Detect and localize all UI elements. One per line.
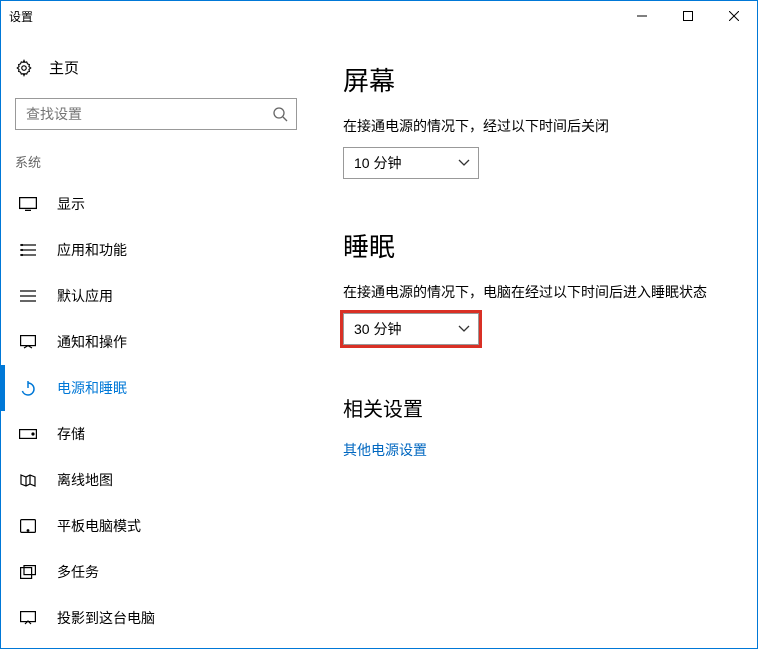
search-input[interactable]: [15, 98, 297, 130]
close-icon: [729, 11, 739, 21]
chevron-down-icon: [458, 159, 470, 167]
sidebar-item-storage[interactable]: 存储: [1, 411, 311, 457]
sidebar-item-label: 存储: [57, 424, 85, 444]
related-heading: 相关设置: [343, 393, 733, 422]
sidebar-item-multitasking[interactable]: 多任务: [1, 549, 311, 595]
dropdown-value: 30 分钟: [354, 319, 401, 339]
sleep-desc: 在接通电源的情况下，电脑在经过以下时间后进入睡眠状态: [343, 282, 723, 303]
sidebar-item-label: 默认应用: [57, 286, 113, 306]
sidebar-item-label: 多任务: [57, 562, 99, 582]
window-title: 设置: [9, 8, 619, 25]
sleep-heading: 睡眠: [343, 227, 733, 264]
home-label: 主页: [49, 57, 79, 78]
close-button[interactable]: [711, 1, 757, 31]
sidebar-item-label: 显示: [57, 194, 85, 214]
maximize-button[interactable]: [665, 1, 711, 31]
minimize-button[interactable]: [619, 1, 665, 31]
sleep-timeout-dropdown[interactable]: 30 分钟: [343, 313, 479, 345]
nav-list: 显示 应用和功能 默认应用: [1, 181, 311, 648]
content-pane: 屏幕 在接通电源的情况下，经过以下时间后关闭 10 分钟 睡眠 在接通电源的情况…: [311, 31, 757, 648]
sidebar-item-label: 电源和睡眠: [57, 378, 127, 398]
sidebar-item-projecting[interactable]: 投影到这台电脑: [1, 595, 311, 641]
dropdown-value: 10 分钟: [354, 153, 401, 173]
multitasking-icon: [19, 565, 37, 579]
sidebar-item-default-apps[interactable]: 默认应用: [1, 273, 311, 319]
sidebar-item-label: 离线地图: [57, 470, 113, 490]
sidebar: 主页 系统 显示: [1, 31, 311, 648]
sidebar-item-label: 应用和功能: [57, 240, 127, 260]
section-label: 系统: [1, 146, 311, 181]
minimize-icon: [637, 11, 647, 21]
sidebar-item-power-sleep[interactable]: 电源和睡眠: [1, 365, 311, 411]
power-icon: [19, 380, 37, 396]
storage-icon: [19, 429, 37, 439]
search-icon: [272, 106, 288, 122]
screen-timeout-dropdown[interactable]: 10 分钟: [343, 147, 479, 179]
map-icon: [19, 473, 37, 487]
search-field[interactable]: [24, 105, 264, 123]
sidebar-item-tablet-mode[interactable]: 平板电脑模式: [1, 503, 311, 549]
sidebar-item-notifications[interactable]: 通知和操作: [1, 319, 311, 365]
maximize-icon: [683, 11, 693, 21]
screen-desc: 在接通电源的情况下，经过以下时间后关闭: [343, 116, 723, 137]
sidebar-item-display[interactable]: 显示: [1, 181, 311, 227]
sidebar-item-label: 投影到这台电脑: [57, 608, 155, 628]
titlebar: 设置: [1, 1, 757, 31]
other-power-settings-link[interactable]: 其他电源设置: [343, 440, 733, 460]
sidebar-item-label: 平板电脑模式: [57, 516, 141, 536]
default-apps-icon: [19, 289, 37, 303]
sidebar-item-label: 通知和操作: [57, 332, 127, 352]
home-button[interactable]: 主页: [1, 49, 311, 86]
projecting-icon: [19, 611, 37, 625]
screen-heading: 屏幕: [343, 61, 733, 98]
sidebar-item-offline-maps[interactable]: 离线地图: [1, 457, 311, 503]
apps-icon: [19, 243, 37, 257]
notifications-icon: [19, 335, 37, 349]
chevron-down-icon: [458, 325, 470, 333]
sidebar-item-apps[interactable]: 应用和功能: [1, 227, 311, 273]
display-icon: [19, 197, 37, 211]
gear-icon: [15, 59, 33, 77]
tablet-icon: [19, 519, 37, 533]
